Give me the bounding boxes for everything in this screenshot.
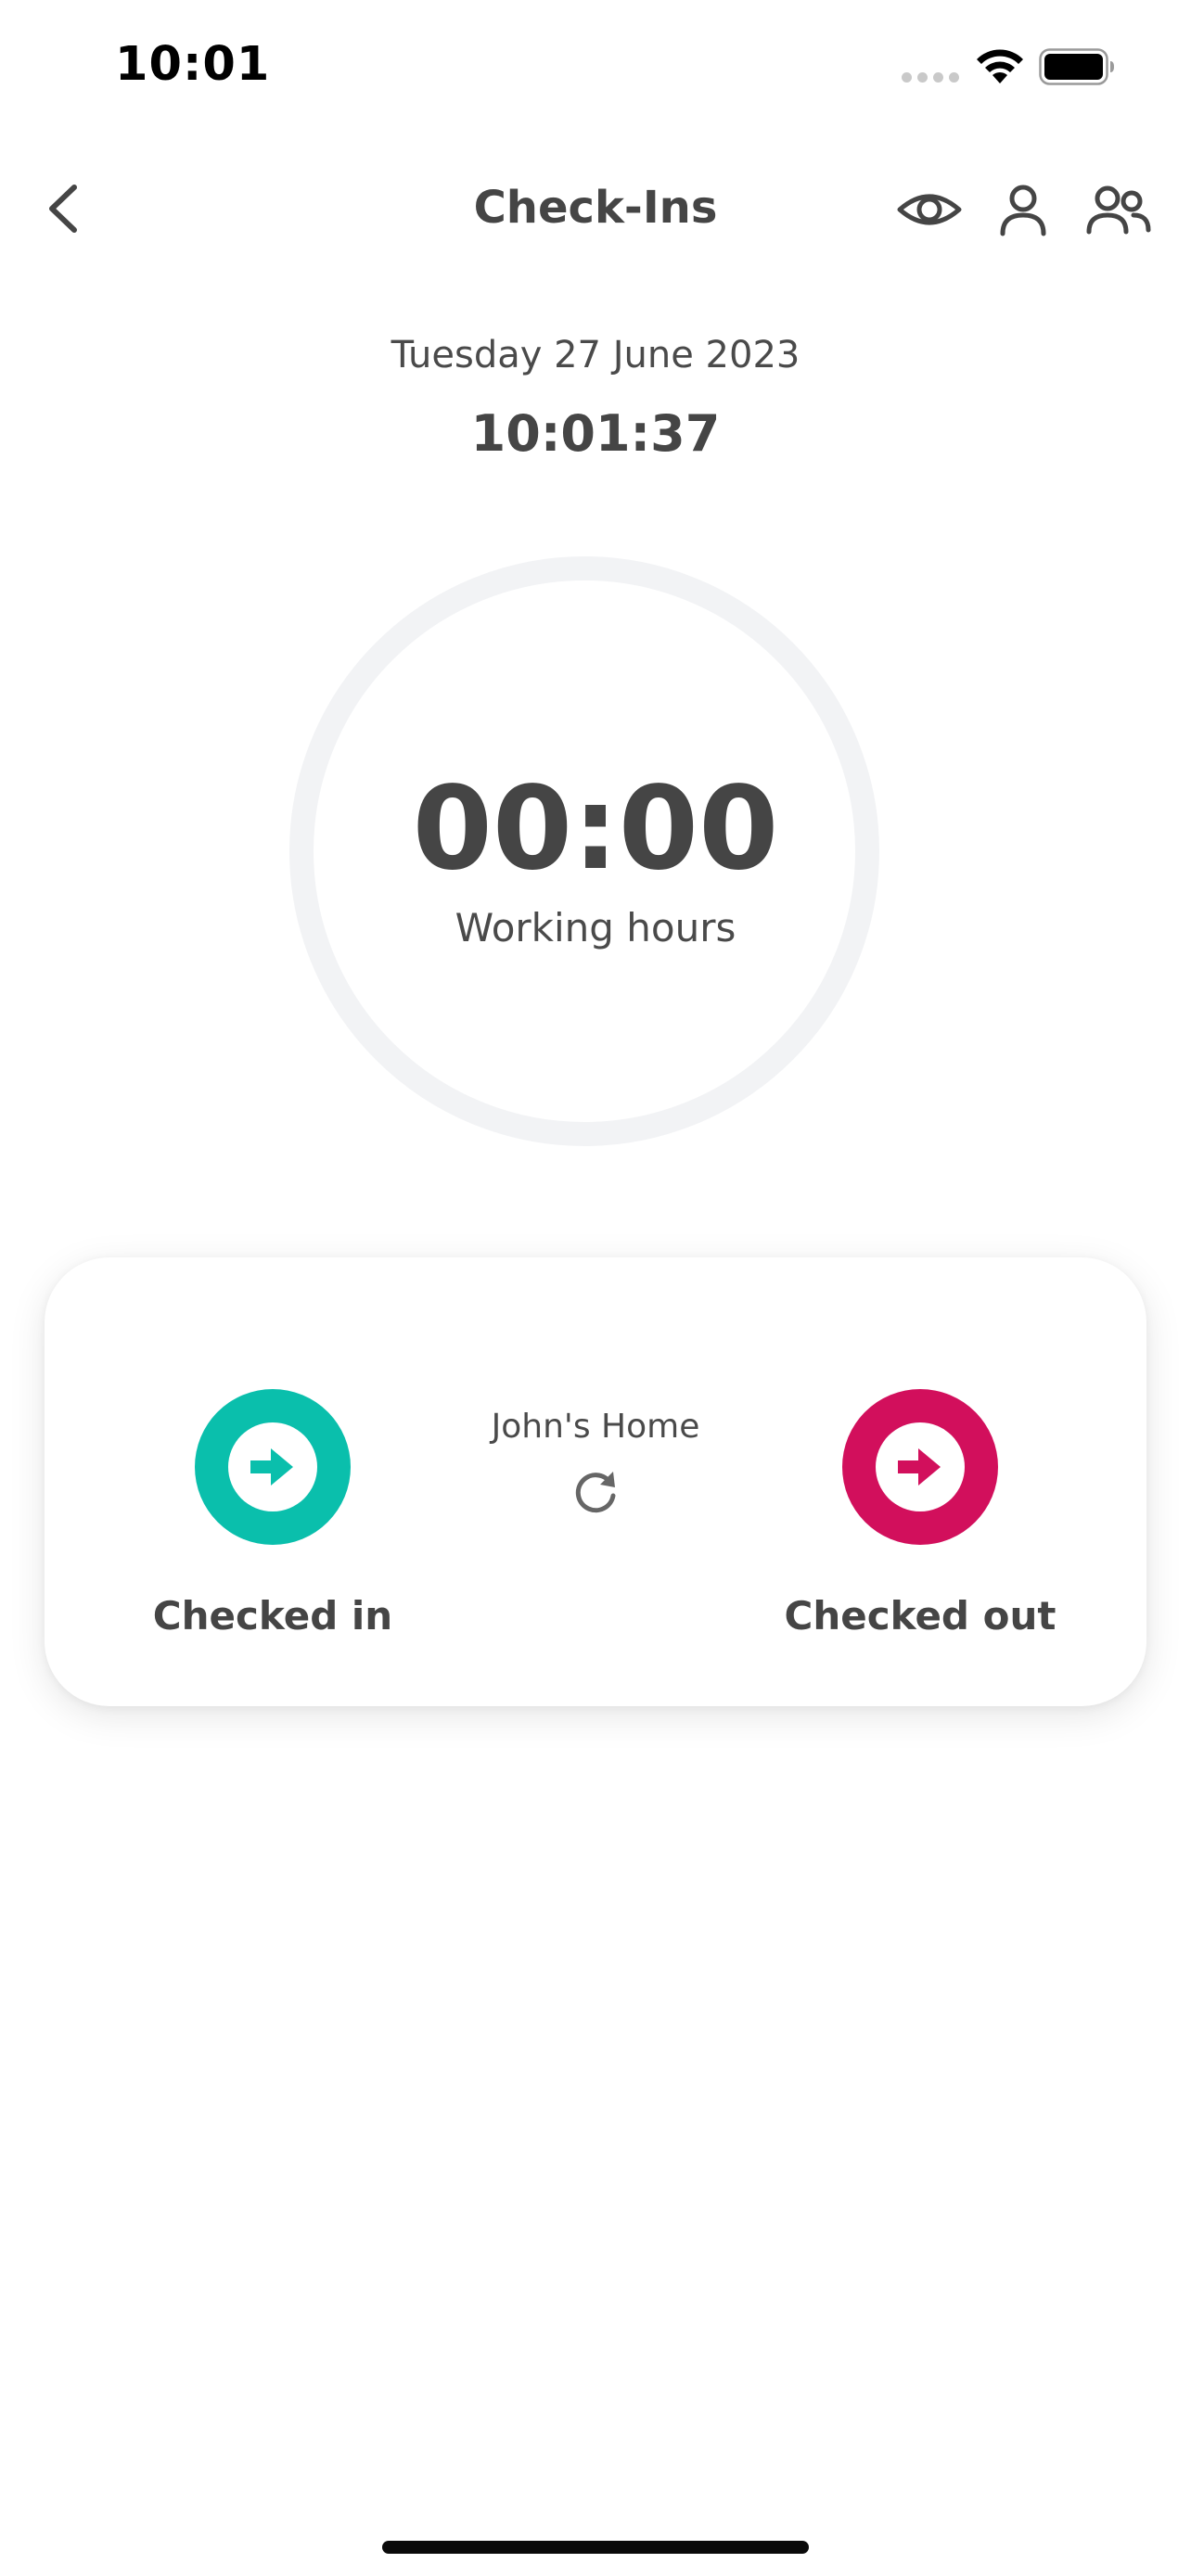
- check-in-card: Checked in John's Home Checked out: [45, 1257, 1146, 1706]
- date-label: Tuesday 27 June 2023: [391, 334, 800, 376]
- status-bar: 10:01: [0, 0, 1191, 139]
- user-icon[interactable]: [994, 180, 1052, 239]
- home-indicator[interactable]: [382, 2541, 809, 2554]
- current-time: 10:01:37: [470, 404, 721, 463]
- location-name: John's Home: [491, 1408, 700, 1446]
- status-time: 10:01: [115, 37, 271, 92]
- check-in-label: Checked in: [152, 1593, 393, 1639]
- check-in-button[interactable]: [195, 1389, 351, 1545]
- eye-icon[interactable]: [894, 180, 965, 239]
- arrow-right-icon: [250, 1448, 293, 1486]
- header: Check-Ins: [0, 167, 1191, 250]
- arrow-right-icon: [898, 1448, 941, 1486]
- cellular-signal-icon: [902, 72, 959, 83]
- battery-full-icon: [1039, 48, 1114, 85]
- users-icon[interactable]: [1083, 180, 1154, 239]
- wifi-icon: [977, 49, 1023, 83]
- check-out-label: Checked out: [784, 1593, 1057, 1639]
- check-out-button[interactable]: [842, 1389, 998, 1545]
- working-hours-value: 00:00: [412, 762, 779, 896]
- refresh-icon[interactable]: [570, 1467, 621, 1517]
- check-ins-screen: 10:01 Check-Ins Tuesday 27 June 2023 10:…: [0, 0, 1191, 2576]
- working-hours-label: Working hours: [455, 905, 736, 950]
